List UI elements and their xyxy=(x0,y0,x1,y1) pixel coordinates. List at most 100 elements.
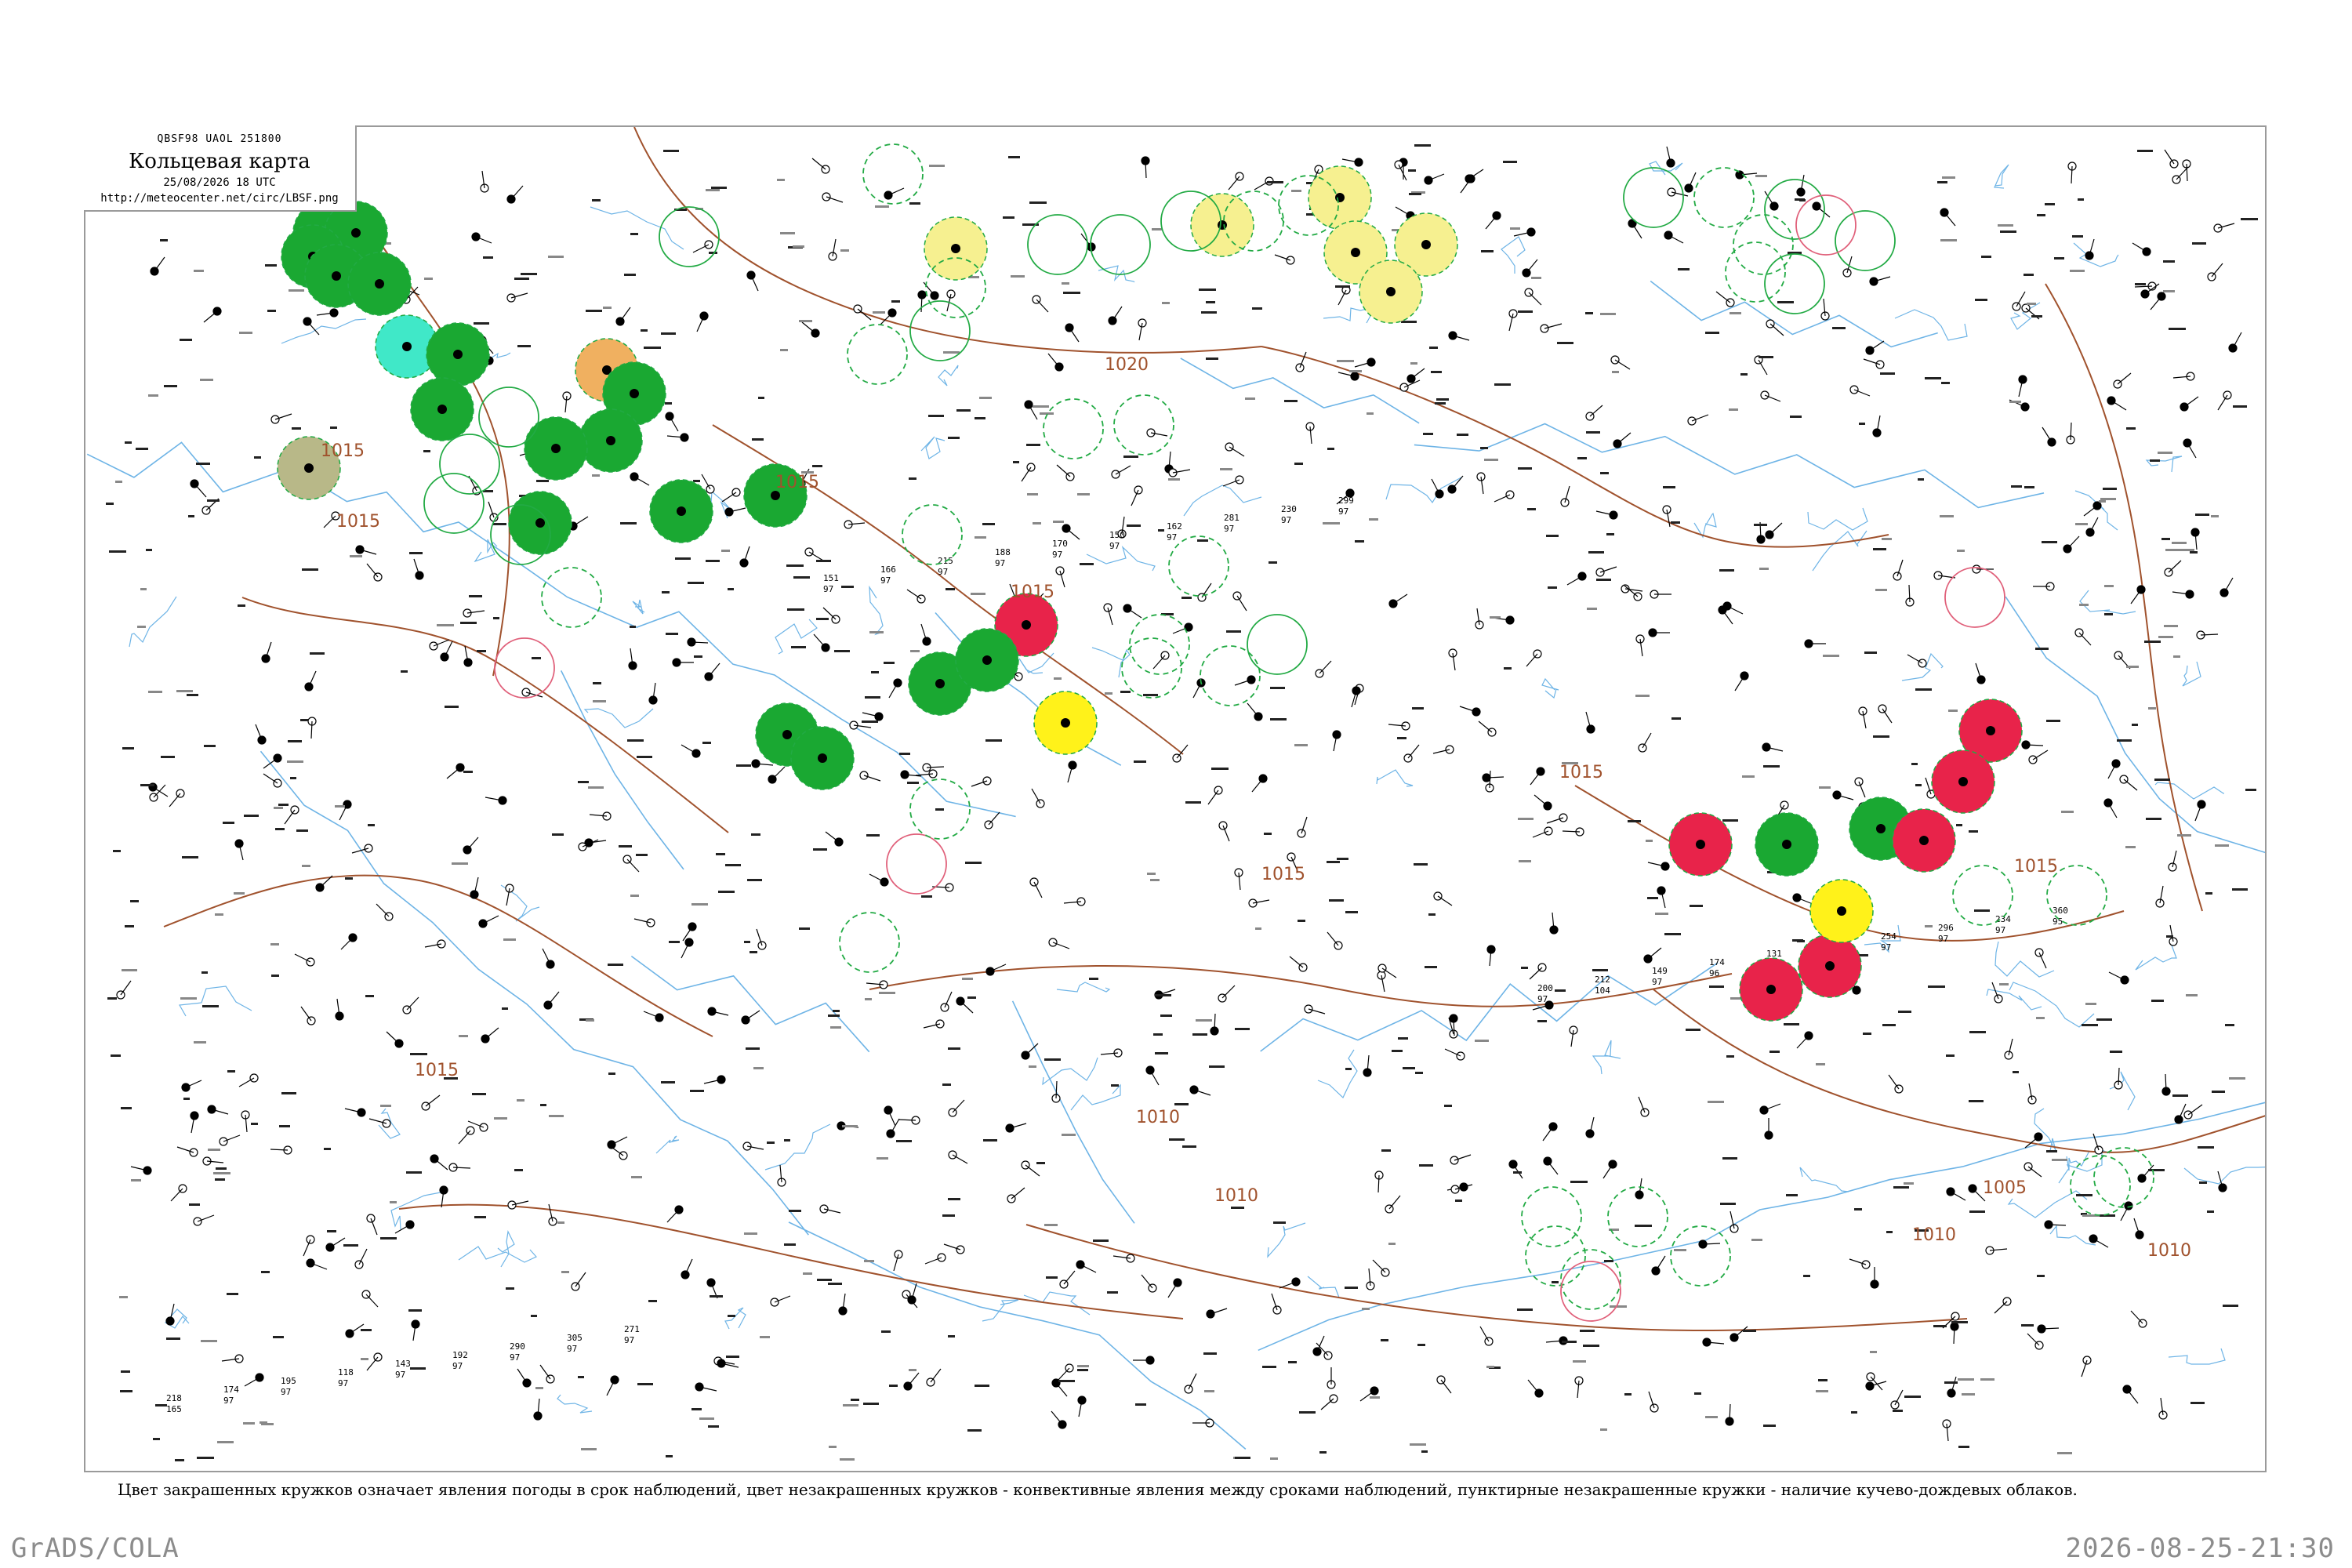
station-pressure: 97 xyxy=(1881,942,1891,953)
station-text-glyph xyxy=(1127,524,1141,527)
station-text-glyph xyxy=(1220,468,1232,470)
station-text-glyph xyxy=(548,256,564,258)
station-text-glyph xyxy=(2132,724,2138,726)
station-text-glyph xyxy=(2075,523,2088,525)
station-text-glyph xyxy=(180,339,192,341)
station-text-glyph xyxy=(799,927,810,930)
station-text-glyph xyxy=(1655,913,1668,915)
station-text-glyph xyxy=(1941,382,1950,384)
wind-barb xyxy=(619,307,631,322)
station-text-glyph xyxy=(2082,1024,2098,1026)
station-text-glyph xyxy=(2163,290,2175,292)
station-text-glyph xyxy=(812,465,822,467)
station-text-glyph xyxy=(1033,405,1049,408)
wind-barb xyxy=(510,185,524,200)
wind-barb xyxy=(1063,1270,1076,1285)
river-27 xyxy=(1023,1291,1091,1316)
station-text-glyph xyxy=(289,289,304,292)
station-text-glyph xyxy=(1786,1194,1798,1196)
station-text-glyph xyxy=(477,650,486,652)
wind-barb xyxy=(1207,789,1219,805)
station-text-glyph xyxy=(194,1041,206,1044)
station-text-glyph xyxy=(2110,1051,2122,1053)
station-text-glyph xyxy=(956,409,971,412)
station-text-glyph xyxy=(1754,524,1767,526)
station-text-glyph xyxy=(1803,1275,1810,1277)
wind-barb xyxy=(1152,655,1166,670)
river-60 xyxy=(2168,1348,2226,1365)
station-text-glyph xyxy=(1942,176,1955,179)
station-text-glyph xyxy=(864,1260,874,1262)
coastline-11 xyxy=(560,670,684,870)
river-52 xyxy=(982,1299,1019,1322)
station-text-glyph xyxy=(302,568,318,571)
station-text-glyph xyxy=(1646,840,1653,842)
station-text-glyph xyxy=(1600,313,1616,315)
wind-barb xyxy=(1602,1163,1613,1179)
station-text-glyph xyxy=(1206,358,1218,360)
station-text-glyph xyxy=(948,437,960,439)
station-text-glyph xyxy=(1795,198,1805,201)
station-text-glyph xyxy=(215,913,223,916)
station-text-glyph xyxy=(586,310,602,312)
wind-barb xyxy=(1950,1191,1966,1201)
station-temp: 299 xyxy=(1338,495,1354,506)
source-url[interactable]: http://meteocenter.net/circ/LBSF.png xyxy=(84,192,355,205)
wind-barb xyxy=(2107,763,2117,779)
station-text-glyph xyxy=(1425,966,1437,968)
station-text-glyph xyxy=(2195,514,2209,516)
wind-barb xyxy=(960,1000,974,1014)
wind-barb xyxy=(666,1209,680,1223)
river-40 xyxy=(474,539,498,563)
station-text-glyph xyxy=(747,879,762,881)
wind-barb xyxy=(1894,1389,1904,1406)
station-text-glyph xyxy=(2076,1194,2092,1196)
river-42 xyxy=(2182,661,2201,687)
station-text-glyph xyxy=(1160,1014,1172,1017)
river-10 xyxy=(1541,677,1559,699)
wind-barb xyxy=(1319,660,1332,674)
station-text-glyph xyxy=(2046,720,2060,722)
station-text-glyph xyxy=(1349,370,1362,372)
station-text-glyph xyxy=(290,777,296,779)
station-text-glyph xyxy=(1174,1103,1189,1105)
station-text-glyph xyxy=(1604,1260,1613,1262)
weather-circle-outline xyxy=(659,206,720,267)
weather-circle-outline xyxy=(423,473,485,534)
station-text-glyph xyxy=(675,557,691,560)
station-text-glyph xyxy=(1211,768,1229,770)
station-text-glyph xyxy=(1940,515,1954,517)
station-text-glyph xyxy=(896,1140,912,1142)
station-text-glyph xyxy=(292,427,301,430)
station-temp: 150 xyxy=(1109,530,1125,540)
station-text-glyph xyxy=(472,1093,486,1095)
station-text-glyph xyxy=(2163,260,2175,263)
wind-barb xyxy=(2083,505,2098,517)
station-temp: 254 xyxy=(1881,931,1896,942)
weather-circle-outline xyxy=(541,567,602,628)
wind-barb xyxy=(2108,971,2125,981)
station-dot xyxy=(304,463,314,473)
station-text-glyph xyxy=(2104,585,2114,587)
river-56 xyxy=(2079,590,2136,615)
wind-barb xyxy=(1221,985,1236,999)
wind-barb xyxy=(1359,1390,1375,1402)
station-text-glyph xyxy=(2199,1181,2207,1184)
station-text-glyph xyxy=(216,1167,227,1170)
station-text-glyph xyxy=(985,739,1002,742)
weather-circle-outline xyxy=(1693,167,1755,228)
station-dot xyxy=(453,350,463,359)
river-22 xyxy=(1994,941,2055,978)
wind-barb xyxy=(366,563,379,578)
wind-barb xyxy=(1388,1195,1401,1210)
wind-barb xyxy=(434,1158,448,1171)
station-text-glyph xyxy=(238,604,245,607)
station-text-glyph xyxy=(1077,1365,1089,1367)
station-text-glyph xyxy=(200,379,213,381)
station-temp: 149 xyxy=(1652,966,1668,976)
station-text-glyph xyxy=(2146,818,2161,820)
station-text-glyph xyxy=(840,249,849,252)
station-text-glyph xyxy=(2057,1452,2072,1454)
station-text-glyph xyxy=(1169,1138,1185,1141)
station-text-glyph xyxy=(1880,372,1895,375)
